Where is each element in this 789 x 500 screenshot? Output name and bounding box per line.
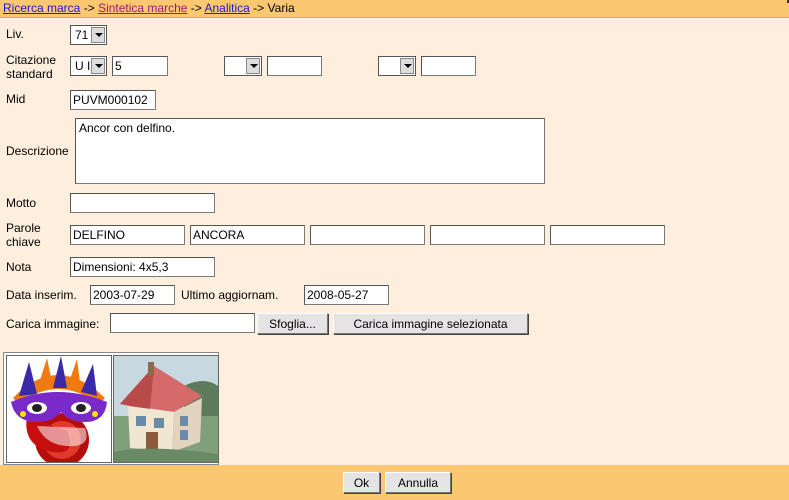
carica-immagine-file-field[interactable]	[110, 313, 255, 333]
breadcrumb-ricerca-marca[interactable]: Ricerca marca	[3, 1, 80, 15]
parole-chiave-field-1[interactable]	[70, 225, 185, 245]
chevron-down-icon	[246, 58, 260, 74]
motto-label: Motto	[6, 196, 37, 210]
annulla-button[interactable]: Annulla	[385, 472, 451, 493]
motto-field[interactable]	[70, 193, 215, 213]
chevron-down-icon	[91, 58, 105, 74]
descrizione-field[interactable]: Ancor con delfino.	[75, 118, 545, 184]
citazione-label-line2: standard	[6, 67, 53, 81]
parole-chiave-field-4[interactable]	[430, 225, 545, 245]
breadcrumb-separator: ->	[190, 1, 202, 15]
liv-label: Liv.	[6, 27, 24, 41]
chevron-down-icon	[91, 27, 105, 43]
breadcrumb-separator: ->	[83, 1, 95, 15]
citazione-select-1[interactable]: U I	[70, 56, 107, 76]
parole-chiave-field-5[interactable]	[550, 225, 665, 245]
breadcrumb-sintetica-marche[interactable]: Sintetica marche	[98, 1, 187, 15]
footer-bar: Ok Annulla	[0, 465, 789, 500]
ok-button[interactable]: Ok	[343, 472, 380, 493]
liv-select-value: 71	[75, 28, 89, 42]
breadcrumb-current: Varia	[267, 1, 295, 15]
data-inserim-field[interactable]	[90, 285, 175, 305]
descrizione-label: Descrizione	[6, 144, 69, 158]
citazione-field-1[interactable]	[112, 56, 168, 76]
nota-field[interactable]	[70, 257, 215, 277]
data-inserim-label: Data inserim.	[6, 288, 77, 302]
carnival-mask-thumbnail[interactable]	[6, 355, 112, 463]
parole-chiave-label-line2: chiave	[6, 235, 41, 249]
breadcrumb-separator: ->	[253, 1, 265, 15]
citazione-select-2[interactable]	[224, 56, 262, 76]
nota-label: Nota	[6, 260, 32, 274]
citazione-select-3[interactable]	[378, 56, 416, 76]
citazione-field-2[interactable]	[267, 56, 322, 76]
citazione-label-line1: Citazione	[6, 53, 57, 67]
sfoglia-button[interactable]: Sfoglia...	[257, 313, 328, 334]
breadcrumb-analitica[interactable]: Analitica	[204, 1, 249, 15]
mid-field[interactable]	[70, 90, 156, 110]
citazione-field-3[interactable]	[421, 56, 476, 76]
carica-immagine-label: Carica immagine:	[6, 317, 100, 331]
parole-chiave-field-3[interactable]	[310, 225, 425, 245]
image-gallery	[3, 352, 219, 465]
breadcrumb-bar: Ricerca marca -> Sintetica marche -> Ana…	[0, 0, 789, 18]
chevron-down-icon	[400, 58, 414, 74]
citazione-select-1-value: U I	[75, 59, 91, 73]
parole-chiave-label-line1: Parole	[6, 221, 41, 235]
liv-select[interactable]: 71	[70, 25, 107, 45]
carica-immagine-button[interactable]: Carica immagine selezionata	[333, 313, 528, 334]
ultimo-aggiornam-field[interactable]	[304, 285, 389, 305]
cartoon-house-thumbnail[interactable]	[113, 355, 219, 463]
breadcrumb: Ricerca marca -> Sintetica marche -> Ana…	[3, 1, 295, 15]
ultimo-aggiornam-label: Ultimo aggiornam.	[181, 288, 279, 302]
mid-label: Mid	[6, 92, 26, 106]
parole-chiave-field-2[interactable]	[190, 225, 305, 245]
